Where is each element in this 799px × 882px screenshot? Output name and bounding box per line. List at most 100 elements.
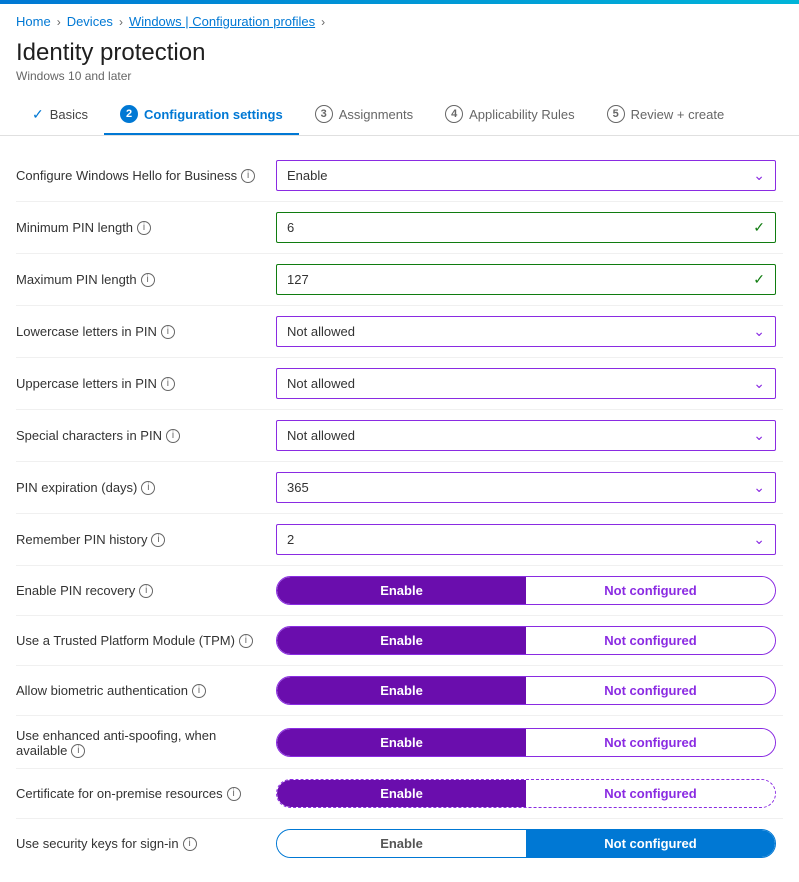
label-uppercase: Uppercase letters in PIN i xyxy=(16,376,276,391)
divider xyxy=(16,565,783,566)
breadcrumb-home[interactable]: Home xyxy=(16,14,51,29)
info-icon-pin-recovery[interactable]: i xyxy=(139,584,153,598)
label-min-pin: Minimum PIN length i xyxy=(16,220,276,235)
setting-pin-history: Remember PIN history i 2 ⌄ xyxy=(16,516,783,563)
dropdown-pin-expiration-value: 365 xyxy=(287,480,753,495)
toggle-enable-tpm[interactable]: Enable xyxy=(277,627,526,654)
info-icon-max-pin[interactable]: i xyxy=(141,273,155,287)
control-max-pin: 127 ✓ xyxy=(276,264,783,295)
control-special: Not allowed ⌄ xyxy=(276,420,783,451)
breadcrumb-devices[interactable]: Devices xyxy=(67,14,113,29)
setting-certificate: Certificate for on-premise resources i E… xyxy=(16,771,783,816)
info-icon-biometric[interactable]: i xyxy=(192,684,206,698)
toggle-tpm: Enable Not configured xyxy=(276,626,776,655)
dropdown-lowercase-value: Not allowed xyxy=(287,324,753,339)
tab-applicability-badge: 4 xyxy=(445,105,463,123)
control-configure-whfb: Enable ⌄ xyxy=(276,160,783,191)
info-icon-lowercase[interactable]: i xyxy=(161,325,175,339)
dropdown-whfb-value: Enable xyxy=(287,168,753,183)
page-subtitle: Windows 10 and later xyxy=(16,69,783,83)
setting-max-pin: Maximum PIN length i 127 ✓ xyxy=(16,256,783,303)
divider xyxy=(16,615,783,616)
toggle-enable-certificate[interactable]: Enable xyxy=(277,780,526,807)
label-special: Special characters in PIN i xyxy=(16,428,276,443)
info-icon-security-keys[interactable]: i xyxy=(183,837,197,851)
info-icon-pin-history[interactable]: i xyxy=(151,533,165,547)
tab-configuration[interactable]: 2 Configuration settings xyxy=(104,95,299,135)
control-min-pin: 6 ✓ xyxy=(276,212,783,243)
tab-review-label: Review + create xyxy=(631,107,725,122)
control-certificate: Enable Not configured xyxy=(276,779,783,808)
setting-configure-whfb: Configure Windows Hello for Business i E… xyxy=(16,152,783,199)
valid-icon-min-pin: ✓ xyxy=(753,219,765,236)
dropdown-special[interactable]: Not allowed ⌄ xyxy=(276,420,776,451)
dropdown-uppercase-value: Not allowed xyxy=(287,376,753,391)
info-icon-certificate[interactable]: i xyxy=(227,787,241,801)
page-header: Identity protection Windows 10 and later xyxy=(0,35,799,95)
toggle-not-configured-security-keys[interactable]: Not configured xyxy=(526,830,775,857)
label-pin-expiration: PIN expiration (days) i xyxy=(16,480,276,495)
valid-icon-max-pin: ✓ xyxy=(753,271,765,288)
control-uppercase: Not allowed ⌄ xyxy=(276,368,783,399)
control-biometric: Enable Not configured xyxy=(276,676,783,705)
label-anti-spoofing: Use enhanced anti-spoofing, when availab… xyxy=(16,726,276,758)
info-icon-tpm[interactable]: i xyxy=(239,634,253,648)
info-icon-min-pin[interactable]: i xyxy=(137,221,151,235)
chevron-down-icon: ⌄ xyxy=(753,531,765,548)
toggle-biometric: Enable Not configured xyxy=(276,676,776,705)
toggle-enable-security-keys[interactable]: Enable xyxy=(277,830,526,857)
setting-biometric: Allow biometric authentication i Enable … xyxy=(16,668,783,713)
divider xyxy=(16,461,783,462)
breadcrumb-sep1: › xyxy=(57,15,61,29)
page-title: Identity protection xyxy=(16,39,783,67)
tab-assignments[interactable]: 3 Assignments xyxy=(299,95,429,135)
input-max-pin[interactable]: 127 ✓ xyxy=(276,264,776,295)
info-icon-anti-spoofing[interactable]: i xyxy=(71,744,85,758)
setting-uppercase: Uppercase letters in PIN i Not allowed ⌄ xyxy=(16,360,783,407)
info-icon-special[interactable]: i xyxy=(166,429,180,443)
info-icon-whfb[interactable]: i xyxy=(241,169,255,183)
divider xyxy=(16,768,783,769)
toggle-enable-pin-recovery[interactable]: Enable xyxy=(277,577,526,604)
control-tpm: Enable Not configured xyxy=(276,626,783,655)
toggle-not-configured-pin-recovery[interactable]: Not configured xyxy=(526,577,775,604)
dropdown-pin-expiration[interactable]: 365 ⌄ xyxy=(276,472,776,503)
tab-assignments-badge: 3 xyxy=(315,105,333,123)
control-anti-spoofing: Enable Not configured xyxy=(276,728,783,757)
dropdown-whfb[interactable]: Enable ⌄ xyxy=(276,160,776,191)
divider xyxy=(16,409,783,410)
toggle-not-configured-anti-spoofing[interactable]: Not configured xyxy=(526,729,775,756)
dropdown-lowercase[interactable]: Not allowed ⌄ xyxy=(276,316,776,347)
toggle-enable-anti-spoofing[interactable]: Enable xyxy=(277,729,526,756)
toggle-not-configured-tpm[interactable]: Not configured xyxy=(526,627,775,654)
tab-review-badge: 5 xyxy=(607,105,625,123)
dropdown-special-value: Not allowed xyxy=(287,428,753,443)
check-icon: ✓ xyxy=(32,106,44,123)
control-pin-history: 2 ⌄ xyxy=(276,524,783,555)
tab-basics[interactable]: ✓ Basics xyxy=(16,96,104,135)
info-icon-pin-expiration[interactable]: i xyxy=(141,481,155,495)
input-min-pin-value: 6 xyxy=(287,220,753,235)
info-icon-uppercase[interactable]: i xyxy=(161,377,175,391)
tab-applicability[interactable]: 4 Applicability Rules xyxy=(429,95,591,135)
content-area: Configure Windows Hello for Business i E… xyxy=(0,136,799,882)
dropdown-pin-history[interactable]: 2 ⌄ xyxy=(276,524,776,555)
toggle-certificate: Enable Not configured xyxy=(276,779,776,808)
toggle-enable-biometric[interactable]: Enable xyxy=(277,677,526,704)
input-min-pin[interactable]: 6 ✓ xyxy=(276,212,776,243)
breadcrumb: Home › Devices › Windows | Configuration… xyxy=(0,4,799,35)
dropdown-uppercase[interactable]: Not allowed ⌄ xyxy=(276,368,776,399)
toggle-not-configured-biometric[interactable]: Not configured xyxy=(526,677,775,704)
breadcrumb-config-profiles[interactable]: Windows | Configuration profiles xyxy=(129,14,315,29)
tab-basics-label: Basics xyxy=(50,107,88,122)
label-security-keys: Use security keys for sign-in i xyxy=(16,836,276,851)
tab-review[interactable]: 5 Review + create xyxy=(591,95,741,135)
input-max-pin-value: 127 xyxy=(287,272,753,287)
divider xyxy=(16,253,783,254)
tabs-bar: ✓ Basics 2 Configuration settings 3 Assi… xyxy=(0,95,799,136)
chevron-down-icon: ⌄ xyxy=(753,323,765,340)
tab-applicability-label: Applicability Rules xyxy=(469,107,575,122)
toggle-anti-spoofing: Enable Not configured xyxy=(276,728,776,757)
toggle-not-configured-certificate[interactable]: Not configured xyxy=(526,780,775,807)
chevron-down-icon: ⌄ xyxy=(753,375,765,392)
